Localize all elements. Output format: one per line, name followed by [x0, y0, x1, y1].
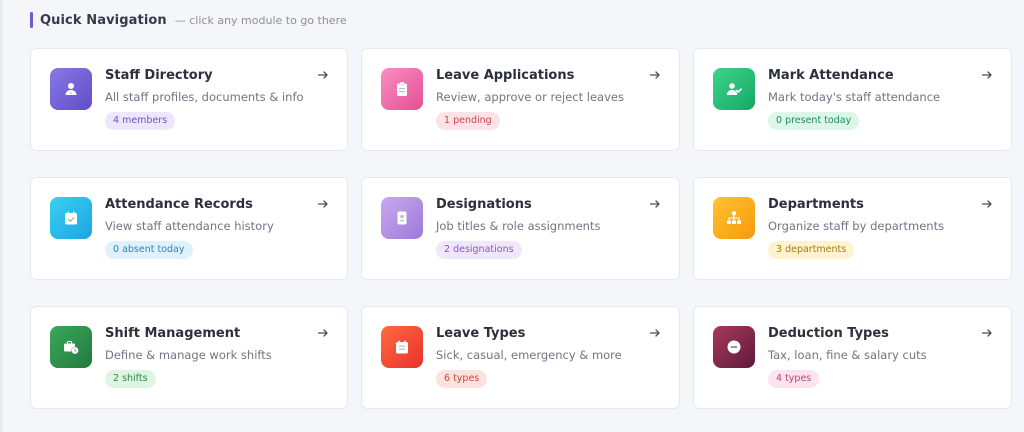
module-title: Designations [436, 197, 532, 212]
module-card-shift-management[interactable]: Shift Management Define & manage work sh… [30, 306, 348, 409]
module-card-designations[interactable]: Designations Job titles & role assignmen… [361, 177, 680, 280]
person-icon [50, 68, 92, 110]
arrow-right-icon [981, 198, 993, 210]
module-count-badge: 0 present today [768, 112, 860, 130]
module-description: Organize staff by departments [768, 219, 945, 233]
module-description: Job titles & role assignments [436, 219, 601, 233]
module-title: Mark Attendance [768, 68, 894, 83]
section-header: Quick Navigation — click any module to g… [30, 0, 1012, 38]
module-title: Shift Management [105, 326, 241, 341]
arrow-right-icon [981, 327, 993, 339]
clipboard-icon [381, 68, 423, 110]
calendar-check-icon [50, 197, 92, 239]
module-title: Attendance Records [105, 197, 253, 212]
id-badge-icon [381, 197, 423, 239]
module-title: Leave Types [436, 326, 526, 341]
module-description: View staff attendance history [105, 219, 274, 233]
module-count-badge: 2 shifts [105, 370, 156, 388]
module-card-deduction-types[interactable]: Deduction Types Tax, loan, fine & salary… [693, 306, 1012, 409]
module-card-leave-types[interactable]: Leave Types Sick, casual, emergency & mo… [361, 306, 680, 409]
sidebar-edge [0, 0, 3, 432]
module-count-badge: 6 types [436, 370, 488, 388]
module-description: Review, approve or reject leaves [436, 90, 624, 104]
module-title: Leave Applications [436, 68, 575, 83]
arrow-right-icon [317, 198, 329, 210]
module-count-badge: 0 absent today [105, 241, 193, 259]
module-card-attendance-records[interactable]: Attendance Records View staff attendance… [30, 177, 348, 280]
section-title: Quick Navigation [40, 12, 167, 28]
module-card-mark-attendance[interactable]: Mark Attendance Mark today's staff atten… [693, 48, 1012, 151]
module-description: Sick, casual, emergency & more [436, 348, 622, 362]
minus-circle-icon [713, 326, 755, 368]
module-description: All staff profiles, documents & info [105, 90, 304, 104]
sitemap-icon [713, 197, 755, 239]
module-grid: Staff Directory All staff profiles, docu… [30, 48, 1012, 409]
module-title: Staff Directory [105, 68, 213, 83]
module-card-staff-directory[interactable]: Staff Directory All staff profiles, docu… [30, 48, 348, 151]
arrow-right-icon [649, 198, 661, 210]
module-count-badge: 3 departments [768, 241, 855, 259]
arrow-right-icon [649, 327, 661, 339]
header-accent-bar [30, 12, 33, 28]
module-description: Mark today's staff attendance [768, 90, 941, 104]
module-title: Deduction Types [768, 326, 889, 341]
module-count-badge: 4 types [768, 370, 820, 388]
module-count-badge: 1 pending [436, 112, 500, 130]
module-title: Departments [768, 197, 864, 212]
module-count-badge: 2 designations [436, 241, 522, 259]
module-description: Tax, loan, fine & salary cuts [768, 348, 927, 362]
module-count-badge: 4 members [105, 112, 176, 130]
arrow-right-icon [317, 327, 329, 339]
module-description: Define & manage work shifts [105, 348, 272, 362]
arrow-right-icon [649, 69, 661, 81]
module-card-leave-applications[interactable]: Leave Applications Review, approve or re… [361, 48, 680, 151]
quick-navigation-page: Quick Navigation — click any module to g… [0, 0, 1024, 432]
calendar-minus-icon [381, 326, 423, 368]
briefcase-clock-icon [50, 326, 92, 368]
section-hint: — click any module to go there [174, 13, 347, 27]
module-card-departments[interactable]: Departments Organize staff by department… [693, 177, 1012, 280]
user-check-icon [713, 68, 755, 110]
arrow-right-icon [317, 69, 329, 81]
arrow-right-icon [981, 69, 993, 81]
